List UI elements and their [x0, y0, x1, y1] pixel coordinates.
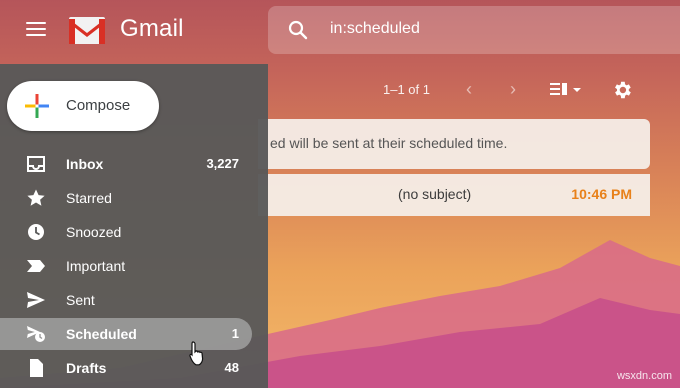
compose-button[interactable]: Compose	[7, 81, 159, 131]
menu-bar	[26, 22, 46, 24]
sidebar-item-count: 48	[224, 360, 239, 375]
search-icon[interactable]	[288, 20, 308, 40]
sidebar-item-label: Scheduled	[66, 326, 137, 342]
sidebar-item-label: Sent	[66, 292, 95, 308]
sidebar-item-snoozed[interactable]: Snoozed	[0, 216, 252, 248]
sidebar-item-label: Drafts	[66, 360, 107, 376]
menu-bar	[26, 28, 46, 30]
top-header: Gmail in:scheduled	[0, 0, 680, 64]
sidebar-item-drafts[interactable]: Drafts 48	[0, 352, 252, 384]
settings-gear-icon[interactable]	[611, 79, 633, 101]
hand-cursor-icon	[189, 341, 204, 366]
sidebar-item-label: Snoozed	[66, 224, 122, 240]
sidebar-item-inbox[interactable]: Inbox 3,227	[0, 148, 252, 180]
compose-label: Compose	[66, 97, 131, 114]
sidebar: Compose Inbox 3,227 Starred Snoozed Impo…	[0, 64, 268, 388]
sidebar-item-label: Important	[66, 258, 126, 274]
plus-icon	[25, 94, 49, 118]
next-page-icon[interactable]: ›	[510, 80, 526, 98]
sidebar-item-count: 1	[231, 326, 239, 341]
sidebar-item-sent[interactable]: Sent	[0, 284, 252, 316]
scheduled-info-banner: ed will be sent at their scheduled time.	[258, 119, 650, 169]
scheduled-icon	[27, 326, 45, 342]
gmail-logo-icon[interactable]	[68, 14, 106, 46]
inbox-icon	[27, 156, 45, 172]
sidebar-item-count: 3,227	[206, 156, 239, 171]
pagination-text: 1–1 of 1	[383, 82, 430, 97]
send-icon	[27, 292, 45, 308]
sidebar-item-label: Inbox	[66, 156, 104, 172]
search-input[interactable]: in:scheduled	[330, 20, 420, 38]
draft-icon	[30, 359, 43, 377]
search-bar[interactable]: in:scheduled	[268, 6, 680, 54]
email-time: 10:46 PM	[571, 186, 632, 202]
important-icon	[27, 260, 45, 272]
watermark: wsxdn.com	[616, 370, 672, 382]
sidebar-item-scheduled[interactable]: Scheduled 1	[0, 318, 252, 350]
clock-icon	[28, 224, 44, 240]
banner-text: ed will be sent at their scheduled time.	[270, 135, 508, 151]
prev-page-icon[interactable]: ‹	[466, 80, 482, 98]
menu-bar	[26, 34, 46, 36]
email-subject: (no subject)	[398, 186, 472, 202]
main-menu-button[interactable]	[18, 18, 54, 46]
sidebar-item-label: Starred	[66, 190, 112, 206]
split-pane-toggle-icon[interactable]	[548, 80, 588, 100]
sidebar-item-important[interactable]: Important	[0, 250, 252, 282]
app-brand: Gmail	[120, 15, 184, 42]
sidebar-item-starred[interactable]: Starred	[0, 182, 252, 214]
email-row[interactable]: (no subject) 10:46 PM	[258, 174, 650, 216]
star-icon	[27, 189, 45, 206]
